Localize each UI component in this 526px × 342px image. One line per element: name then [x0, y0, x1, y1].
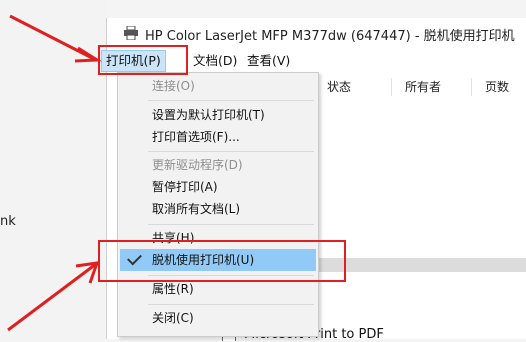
- annotation-arrows: [7, 14, 102, 332]
- arrow-icon: [9, 14, 102, 63]
- arrow-icon: [7, 261, 100, 332]
